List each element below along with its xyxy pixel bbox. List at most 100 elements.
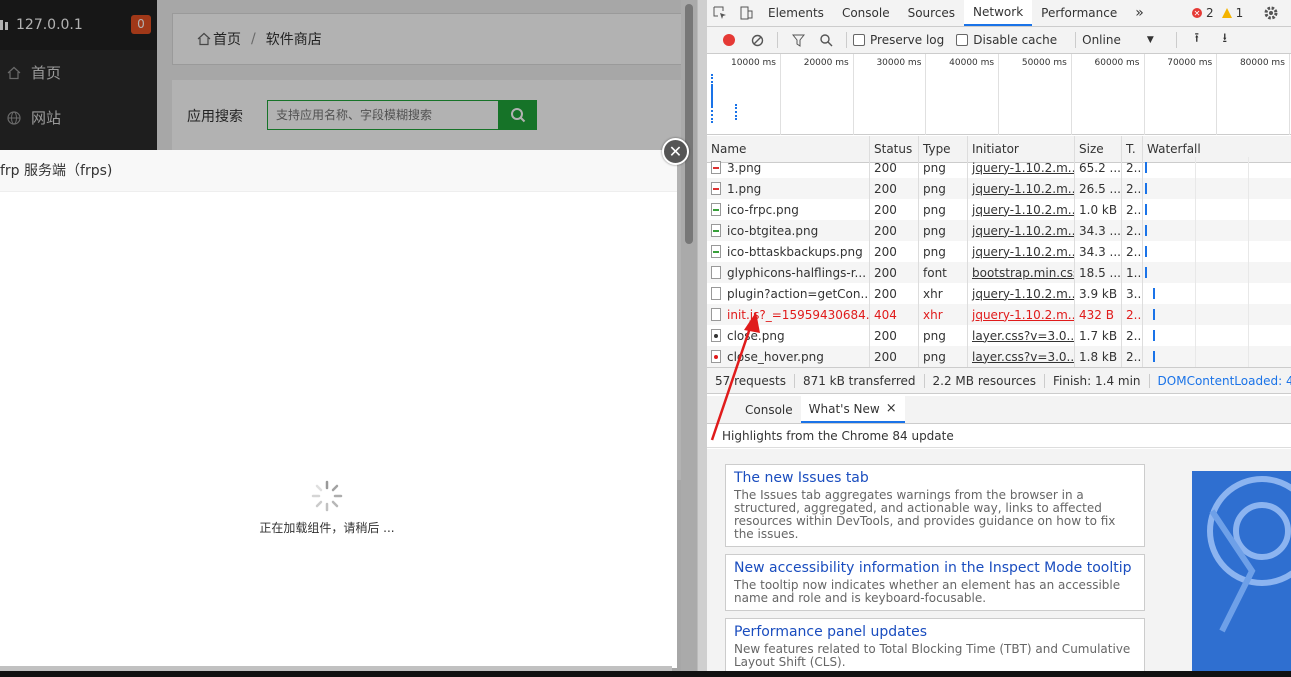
request-name-cell[interactable]: close.png [707, 325, 870, 346]
waterfall-gridline [1195, 199, 1196, 220]
device-toolbar-icon[interactable] [733, 0, 759, 26]
request-initiator-link[interactable]: layer.css?v=3.0.... [968, 346, 1075, 367]
close-icon[interactable]: ✕ [662, 138, 689, 165]
import-har-button[interactable]: ⭱ [1183, 27, 1211, 54]
toolbar-divider [846, 32, 847, 48]
table-row[interactable]: plugin?action=getCon... 200 xhr jquery-1.10… [707, 283, 1291, 304]
request-name-cell[interactable]: 1.png [707, 178, 870, 199]
checkbox-box[interactable] [853, 34, 865, 46]
table-row[interactable]: ico-frpc.png 200 png jquery-1.10.2.m... 1.0 … [707, 199, 1291, 220]
table-row[interactable]: close.png 200 png layer.css?v=3.0.... 1.7 kB… [707, 325, 1291, 346]
whats-new-card[interactable]: New accessibility information in the Ins… [725, 554, 1145, 611]
img-icon-green [711, 245, 721, 258]
whats-new-panel: The new Issues tab The Issues tab aggreg… [707, 449, 1291, 675]
drawer-tab-whats-new[interactable]: What's New × [800, 396, 905, 423]
request-initiator-link[interactable]: jquery-1.10.2.m... [968, 220, 1075, 241]
request-name: ico-bttaskbackups.png [727, 244, 863, 259]
app-window: 127.0.0.1 0 首页 网站 首页 / 软件商店 应用搜索 frp [0, 0, 697, 677]
export-har-button[interactable]: ⭳ [1211, 27, 1239, 54]
tab-console[interactable]: Console [833, 0, 899, 26]
clear-button[interactable] [743, 27, 771, 54]
request-name-cell[interactable]: ico-btgitea.png [707, 220, 870, 241]
waterfall-gridline [1195, 220, 1196, 241]
request-initiator-link[interactable]: bootstrap.min.css [968, 262, 1075, 283]
request-initiator-link[interactable]: jquery-1.10.2.m... [968, 304, 1075, 325]
throttling-select[interactable]: Online ▼ [1082, 33, 1154, 47]
devtools-splitter[interactable] [697, 0, 707, 671]
tab-network[interactable]: Network [964, 0, 1033, 26]
request-status: 200 [870, 178, 919, 199]
page-scrollbar[interactable] [681, 0, 697, 677]
waterfall-gridline [1248, 199, 1249, 220]
whats-new-card[interactable]: The new Issues tab The Issues tab aggreg… [725, 464, 1145, 547]
request-status: 200 [870, 325, 919, 346]
waterfall-gridline [1248, 325, 1249, 346]
waterfall-gridline [1248, 178, 1249, 199]
table-row[interactable]: glyphicons-halflings-r... 200 font bootstra… [707, 262, 1291, 283]
request-type: png [919, 178, 968, 199]
request-name: plugin?action=getCon... [727, 286, 870, 301]
drawer-tab-console[interactable]: Console [737, 396, 801, 423]
inspect-element-icon[interactable] [707, 0, 733, 26]
request-initiator-link[interactable]: layer.css?v=3.0.... [968, 325, 1075, 346]
filter-button[interactable] [784, 27, 812, 54]
loading-spinner-icon [311, 480, 343, 512]
table-row[interactable]: init.js?_=15959430684... 404 xhr jquery-1.1… [707, 304, 1291, 325]
table-row[interactable]: close_hover.png 200 png layer.css?v=3.0....… [707, 346, 1291, 367]
request-initiator-link[interactable]: jquery-1.10.2.m... [968, 283, 1075, 304]
network-overview-timeline[interactable]: 10000 ms 20000 ms 30000 ms 40000 ms 50000 ms… [707, 54, 1291, 135]
request-time: 2... [1122, 346, 1143, 367]
more-tabs-button[interactable]: » [1126, 0, 1153, 26]
scrollbar-thumb[interactable] [685, 4, 693, 244]
request-name-cell[interactable]: ico-bttaskbackups.png [707, 241, 870, 262]
request-time: 2... [1122, 325, 1143, 346]
request-count: 57 requests [707, 373, 795, 388]
file-icon [711, 266, 721, 279]
preserve-log-checkbox[interactable]: Preserve log [853, 33, 944, 47]
table-row[interactable]: ico-bttaskbackups.png 200 png jquery-1.10.2… [707, 241, 1291, 262]
error-count: 2 [1206, 6, 1214, 20]
request-name-cell[interactable]: plugin?action=getCon... [707, 283, 870, 304]
table-row[interactable]: ico-btgitea.png 200 png jquery-1.10.2.m... 3… [707, 220, 1291, 241]
checkbox-box[interactable] [956, 34, 969, 46]
issues-counter[interactable]: ✕ 2 1 [1192, 6, 1243, 20]
waterfall-gridline [1195, 325, 1196, 346]
timeline-tick-label: 70000 ms [1167, 58, 1213, 68]
search-button[interactable] [812, 27, 840, 54]
request-waterfall [1143, 157, 1291, 178]
whats-new-card[interactable]: Performance panel updates New features r… [725, 618, 1145, 675]
gear-icon[interactable] [1263, 5, 1279, 21]
request-size: 1.7 kB [1075, 325, 1122, 346]
request-status: 200 [870, 241, 919, 262]
request-time: 2... [1122, 241, 1143, 262]
tab-elements[interactable]: Elements [759, 0, 833, 26]
request-status: 200 [870, 220, 919, 241]
disable-cache-checkbox[interactable]: Disable cache [956, 33, 1057, 47]
request-name-cell[interactable]: glyphicons-halflings-r... [707, 262, 870, 283]
request-name-cell[interactable]: init.js?_=15959430684... [707, 304, 870, 325]
img-icon-green [711, 203, 721, 216]
request-initiator-link[interactable]: jquery-1.10.2.m... [968, 241, 1075, 262]
network-request-table: Name Status Type Initiator Size T. Water… [707, 136, 1291, 367]
record-button[interactable] [715, 27, 743, 54]
whats-new-title[interactable]: The new Issues tab [734, 470, 1136, 486]
table-row[interactable]: 3.png 200 png jquery-1.10.2.m... 65.2 ... 2..… [707, 157, 1291, 178]
request-name-cell[interactable]: ico-frpc.png [707, 199, 870, 220]
request-name-cell[interactable]: close_hover.png [707, 346, 870, 367]
whats-new-title[interactable]: Performance panel updates [734, 624, 1136, 640]
request-initiator-link[interactable]: jquery-1.10.2.m... [968, 157, 1075, 178]
timeline-gridline [852, 54, 854, 135]
preserve-log-label: Preserve log [870, 33, 945, 47]
tab-performance[interactable]: Performance [1032, 0, 1126, 26]
table-row[interactable]: 1.png 200 png jquery-1.10.2.m... 26.5 ... 2..… [707, 178, 1291, 199]
tab-sources[interactable]: Sources [899, 0, 964, 26]
request-initiator-link[interactable]: jquery-1.10.2.m... [968, 199, 1075, 220]
waterfall-gridline [1195, 304, 1196, 325]
request-size: 34.3 ... [1075, 241, 1122, 262]
request-waterfall [1143, 220, 1291, 241]
whats-new-title[interactable]: New accessibility information in the Ins… [734, 560, 1136, 576]
request-initiator-link[interactable]: jquery-1.10.2.m... [968, 178, 1075, 199]
close-icon[interactable]: × [886, 401, 897, 416]
img-icon-green [711, 224, 721, 237]
request-name-cell[interactable]: 3.png [707, 157, 870, 178]
